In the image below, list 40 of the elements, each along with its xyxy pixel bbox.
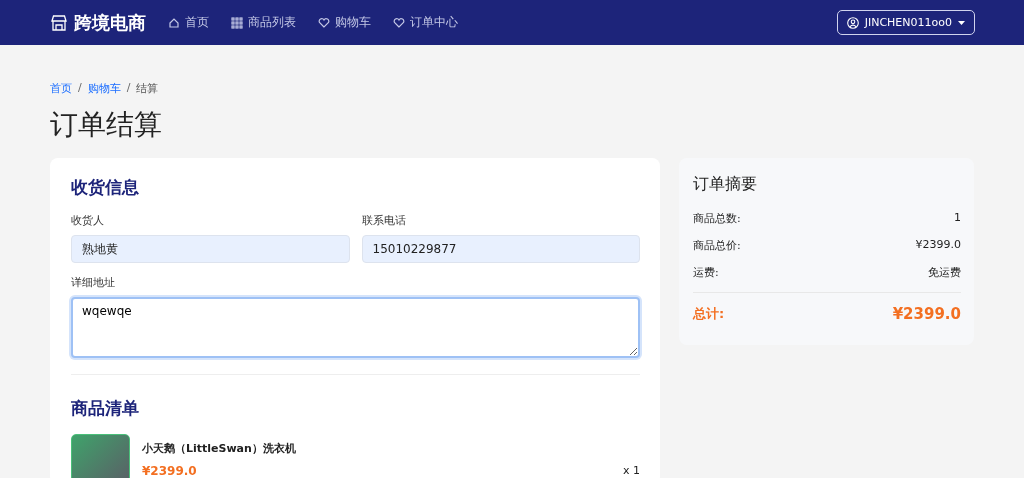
input-field[interactable]: 15010229877 bbox=[361, 235, 640, 263]
home-icon bbox=[168, 16, 180, 29]
summary-heading: 订单摘要 bbox=[693, 174, 758, 195]
summary-value: ¥2399.0 bbox=[915, 238, 961, 253]
breadcrumb-separator: / bbox=[78, 81, 82, 96]
summary-label: 商品总数: bbox=[693, 211, 741, 226]
photo-placeholder bbox=[71, 434, 130, 478]
product-price: ¥2399.0 bbox=[142, 463, 197, 478]
heart-icon bbox=[318, 16, 330, 29]
summary-label: 运费: bbox=[693, 265, 719, 280]
user-icon bbox=[846, 16, 859, 29]
total-value: ¥2399.0 bbox=[892, 305, 961, 323]
section-heading: 收货信息 bbox=[71, 176, 140, 199]
breadcrumb-current: 结算 bbox=[136, 81, 159, 96]
nav-link[interactable]: 商品列表 bbox=[231, 14, 296, 31]
product-name: 小天鹅（LittleSwan）洗衣机 bbox=[142, 440, 297, 456]
field-label: 联系电话 bbox=[361, 213, 407, 228]
field-label: 收货人 bbox=[71, 213, 105, 228]
total-label: 总计: bbox=[693, 305, 725, 323]
brand-name[interactable]: 跨境电商 bbox=[74, 10, 146, 35]
field-label: 详细地址 bbox=[71, 275, 116, 290]
caret-icon bbox=[958, 20, 965, 25]
grid-icon bbox=[231, 16, 243, 29]
breadcrumb-link[interactable]: 购物车 bbox=[87, 81, 121, 96]
input-field[interactable]: 熟地黄 bbox=[71, 235, 350, 263]
heart-icon bbox=[393, 16, 405, 29]
page-title: 订单结算 bbox=[50, 107, 163, 143]
address-field[interactable]: wqewqe bbox=[71, 297, 640, 358]
product-quantity: x 1 bbox=[623, 464, 640, 477]
nav-link[interactable]: 订单中心 bbox=[393, 14, 458, 31]
nav-link[interactable]: 首页 bbox=[168, 14, 209, 31]
section-heading: 商品清单 bbox=[71, 397, 140, 420]
summary-value: 1 bbox=[954, 211, 961, 226]
summary-label: 商品总价: bbox=[693, 238, 741, 253]
breadcrumb-link[interactable]: 首页 bbox=[50, 81, 72, 96]
user-menu-button[interactable]: JINCHEN011oo0 bbox=[836, 10, 975, 35]
summary-value: 免运费 bbox=[928, 265, 961, 280]
nav-link[interactable]: 购物车 bbox=[318, 14, 371, 31]
store-icon bbox=[50, 14, 68, 31]
breadcrumb-separator: / bbox=[126, 81, 131, 96]
